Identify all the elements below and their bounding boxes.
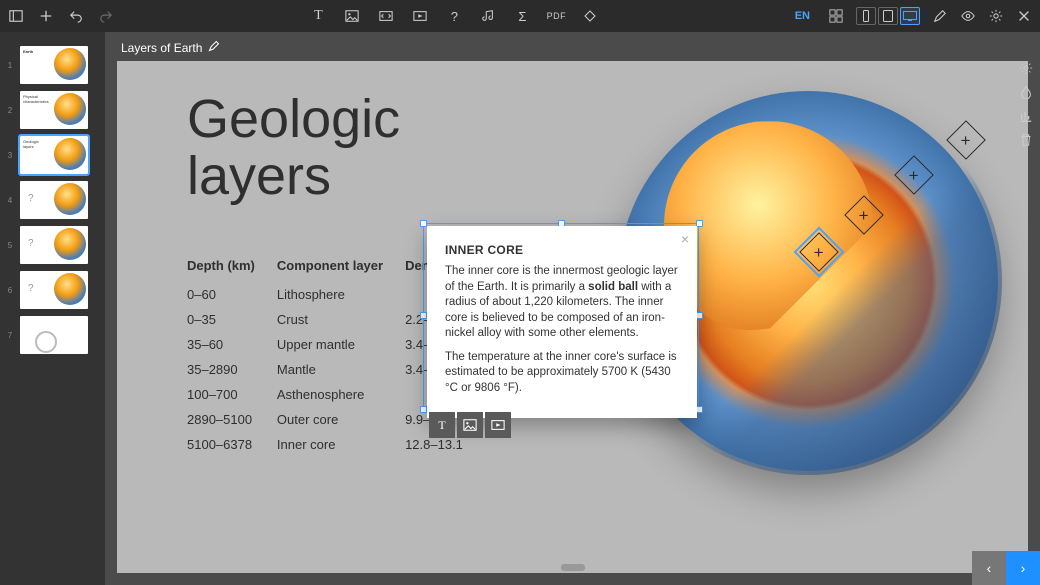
thumb-number: 6 (4, 286, 16, 295)
delete-icon[interactable] (1018, 132, 1034, 148)
thumbnail-7[interactable] (20, 316, 88, 354)
chart-icon[interactable] (1018, 108, 1034, 124)
presentation-title: Layers of Earth (121, 41, 202, 55)
thumb-number: 5 (4, 241, 16, 250)
info-popup[interactable]: × INNER CORE The inner core is the inner… (427, 226, 697, 418)
edit-mode-icon[interactable] (932, 8, 948, 24)
embed-tool-icon[interactable] (378, 8, 394, 24)
device-desktop[interactable] (900, 7, 920, 25)
settings-icon[interactable] (988, 8, 1004, 24)
thumbnail-2[interactable]: Physicalcharacteristics (20, 91, 88, 129)
shape-tool-icon[interactable] (582, 8, 598, 24)
slide-title: Geologiclayers (187, 91, 400, 204)
thumbnail-4[interactable]: ? (20, 181, 88, 219)
undo-icon[interactable] (68, 8, 84, 24)
rename-title-icon[interactable] (208, 40, 220, 55)
pdf-tool-icon[interactable]: PDF (548, 8, 564, 24)
resize-handle[interactable] (420, 312, 427, 319)
device-tablet[interactable] (878, 7, 898, 25)
popup-paragraph: The temperature at the inner core's surf… (445, 350, 679, 397)
add-icon[interactable] (38, 8, 54, 24)
resize-handle[interactable] (420, 406, 427, 413)
slide-canvas[interactable]: Geologiclayers Depth (km) Component laye… (117, 61, 1028, 573)
layout-dropdown-icon[interactable] (8, 8, 24, 24)
next-slide-button[interactable]: › (1006, 551, 1040, 585)
element-quickbar: T (429, 412, 511, 438)
grid-view-icon[interactable] (828, 8, 844, 24)
right-sidebar (1012, 60, 1040, 148)
quickbar-text-icon[interactable]: T (429, 412, 455, 438)
water-drop-icon[interactable] (1018, 84, 1034, 100)
popup-paragraph: The inner core is the innermost geologic… (445, 264, 679, 342)
help-tool-icon[interactable]: ? (446, 8, 462, 24)
hotspot-crust[interactable]: + (946, 120, 986, 160)
quickbar-video-icon[interactable] (485, 412, 511, 438)
thumb-number: 1 (4, 61, 16, 70)
thumbnail-5[interactable]: ? (20, 226, 88, 264)
resize-handle[interactable] (696, 312, 703, 319)
popup-close-icon[interactable]: × (681, 230, 689, 249)
thumb-number: 3 (4, 151, 16, 160)
resize-handle[interactable] (696, 406, 703, 413)
thumbnail-6[interactable]: ? (20, 271, 88, 309)
preview-icon[interactable] (960, 8, 976, 24)
thumbnail-3[interactable]: Geologiclayers (20, 136, 88, 174)
table-header-component: Component layer (277, 258, 403, 281)
device-phone[interactable] (856, 7, 876, 25)
video-tool-icon[interactable] (412, 8, 428, 24)
text-tool-icon[interactable]: T (310, 8, 326, 24)
thumb-number: 4 (4, 196, 16, 205)
top-toolbar: T ? Σ PDF EN (0, 0, 1040, 32)
quickbar-image-icon[interactable] (457, 412, 483, 438)
close-icon[interactable] (1016, 8, 1032, 24)
thumbnail-panel: 1 Earth 2 Physicalcharacteristics 3 Geologi… (0, 32, 105, 585)
thumb-number: 7 (4, 331, 16, 340)
panel-drag-handle[interactable] (561, 564, 585, 571)
redo-icon[interactable] (98, 8, 114, 24)
resize-handle[interactable] (696, 220, 703, 227)
resize-handle[interactable] (420, 220, 427, 227)
language-button[interactable]: EN (795, 10, 810, 22)
popup-title: INNER CORE (445, 242, 679, 258)
thumbnail-1[interactable]: Earth (20, 46, 88, 84)
thumb-number: 2 (4, 106, 16, 115)
image-tool-icon[interactable] (344, 8, 360, 24)
formula-tool-icon[interactable]: Σ (514, 8, 530, 24)
audio-tool-icon[interactable] (480, 8, 496, 24)
properties-icon[interactable] (1018, 60, 1034, 76)
table-header-depth: Depth (km) (187, 258, 275, 281)
prev-slide-button[interactable]: ‹ (972, 551, 1006, 585)
